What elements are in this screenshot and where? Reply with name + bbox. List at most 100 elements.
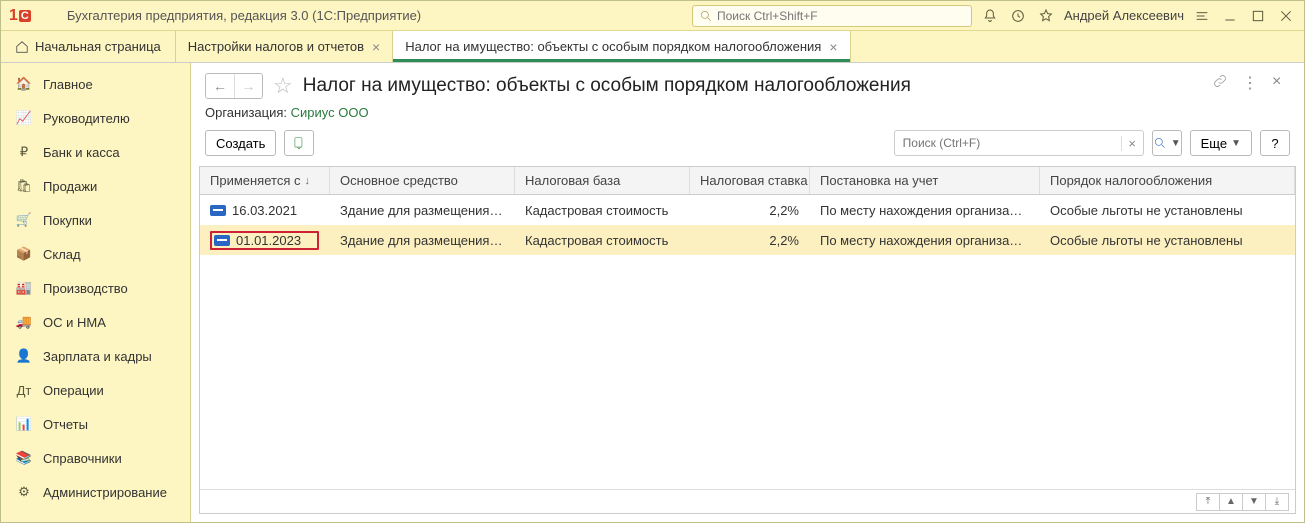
- cell-date: 16.03.2021: [232, 203, 297, 218]
- scroll-up-icon[interactable]: ▲: [1219, 493, 1243, 511]
- sidebar-item-bank[interactable]: ₽ Банк и касса: [1, 135, 190, 169]
- minimize-icon[interactable]: [1220, 6, 1240, 26]
- sidebar-item-refs[interactable]: 📚 Справочники: [1, 441, 190, 475]
- sidebar-item-sales[interactable]: 🛍 Продажи: [1, 169, 190, 203]
- sidebar-item-production[interactable]: 🏭 Производство: [1, 271, 190, 305]
- sort-asc-icon: ↓: [304, 175, 310, 187]
- toolbar: Создать × ▼ Еще▼ ?: [191, 130, 1304, 166]
- grid-search[interactable]: ×: [894, 130, 1144, 156]
- sidebar-item-purchases[interactable]: 🛒Покупки: [1, 203, 190, 237]
- cell-asset: Здание для размещения…: [330, 203, 515, 218]
- sidebar-item-label: Зарплата и кадры: [43, 349, 152, 364]
- page-title: Налог на имущество: объекты с особым пор…: [303, 75, 911, 97]
- forward-button[interactable]: →: [234, 74, 262, 98]
- ops-icon: Дт: [15, 381, 33, 399]
- star-icon[interactable]: [1036, 6, 1056, 26]
- col-order[interactable]: Порядок налогообложения: [1040, 167, 1295, 194]
- grid-header: Применяется с ↓ Основное средство Налогов…: [200, 167, 1295, 195]
- refresh-button[interactable]: [284, 130, 314, 156]
- col-label: Порядок налогообложения: [1050, 173, 1212, 188]
- titlebar: 1С Бухгалтерия предприятия, редакция 3.0…: [1, 1, 1304, 31]
- maximize-icon[interactable]: [1248, 6, 1268, 26]
- sidebar-item-manager[interactable]: 📈Руководителю: [1, 101, 190, 135]
- bag-icon: 🛍: [15, 177, 33, 195]
- more-button[interactable]: Еще▼: [1190, 130, 1252, 156]
- sidebar-item-admin[interactable]: ⚙Администрирование: [1, 475, 190, 509]
- col-label: Применяется с: [210, 173, 300, 188]
- clear-icon[interactable]: ×: [1121, 136, 1143, 151]
- page-close-icon[interactable]: ×: [1272, 73, 1290, 91]
- more-label: Еще: [1201, 136, 1227, 151]
- close-icon[interactable]: [1276, 6, 1296, 26]
- tab-home[interactable]: Начальная страница: [1, 31, 176, 62]
- create-label: Создать: [216, 136, 265, 151]
- help-button[interactable]: ?: [1260, 130, 1290, 156]
- ruble-icon: ₽: [15, 143, 33, 161]
- sidebar-item-label: Продажи: [43, 179, 97, 194]
- global-search[interactable]: [692, 5, 972, 27]
- grid-search-input[interactable]: [895, 136, 1121, 150]
- scroll-bottom-icon[interactable]: ⤓: [1265, 493, 1289, 511]
- create-button[interactable]: Создать: [205, 130, 276, 156]
- col-label: Основное средство: [340, 173, 458, 188]
- org-value[interactable]: Сириус ООО: [291, 105, 369, 120]
- cell-rate: 2,2%: [690, 203, 810, 218]
- kebab-icon[interactable]: ⋮: [1242, 73, 1260, 91]
- factory-icon: 🏭: [15, 279, 33, 297]
- sidebar-item-hr[interactable]: 👤 Зарплата и кадры: [1, 339, 190, 373]
- sidebar-item-operations[interactable]: Дт Операции: [1, 373, 190, 407]
- cell-reg: По месту нахождения организации: [810, 233, 1040, 248]
- sidebar-item-main[interactable]: 🏠Главное: [1, 67, 190, 101]
- sidebar-item-label: Отчеты: [43, 417, 88, 432]
- sidebar-item-warehouse[interactable]: 📦Склад: [1, 237, 190, 271]
- col-label: Налоговая ставка: [700, 173, 808, 188]
- settings-lines-icon[interactable]: [1192, 6, 1212, 26]
- tabstrip: Начальная страница Настройки налогов и о…: [1, 31, 1304, 63]
- cell-order: Особые льготы не установлены: [1040, 203, 1295, 218]
- col-label: Постановка на учет: [820, 173, 938, 188]
- tab-close-icon[interactable]: ×: [372, 40, 380, 54]
- sidebar-item-reports[interactable]: 📊Отчеты: [1, 407, 190, 441]
- link-icon[interactable]: [1212, 73, 1230, 91]
- sidebar-item-label: Производство: [43, 281, 128, 296]
- grid-footer: ⤒ ▲ ▼ ⤓: [200, 489, 1295, 513]
- col-reg[interactable]: Постановка на учет: [810, 167, 1040, 194]
- sidebar-item-label: Банк и касса: [43, 145, 120, 160]
- menu-icon[interactable]: [39, 6, 59, 26]
- bell-icon[interactable]: [980, 6, 1000, 26]
- favorite-star-icon[interactable]: ☆: [273, 73, 293, 99]
- search-button[interactable]: ▼: [1152, 130, 1182, 156]
- books-icon: 📚: [15, 449, 33, 467]
- search-icon: [699, 9, 713, 23]
- col-asset[interactable]: Основное средство: [330, 167, 515, 194]
- table-row[interactable]: 16.03.2021 Здание для размещения…Кадастро…: [200, 195, 1295, 225]
- home-icon: 🏠: [15, 75, 33, 93]
- cell-reg: По месту нахождения организации: [810, 203, 1040, 218]
- history-icon[interactable]: [1008, 6, 1028, 26]
- sidebar-item-label: Операции: [43, 383, 104, 398]
- tab-close-icon[interactable]: ×: [829, 40, 837, 54]
- tab-property-tax[interactable]: Налог на имущество: объекты с особым пор…: [393, 31, 850, 62]
- grid-body: 16.03.2021 Здание для размещения…Кадастро…: [200, 195, 1295, 489]
- cell-base: Кадастровая стоимость: [515, 203, 690, 218]
- sidebar-item-assets[interactable]: 🚚ОС и НМА: [1, 305, 190, 339]
- home-icon: [15, 40, 29, 54]
- help-label: ?: [1271, 136, 1278, 151]
- scroll-down-icon[interactable]: ▼: [1242, 493, 1266, 511]
- tab-home-label: Начальная страница: [35, 39, 161, 54]
- global-search-input[interactable]: [717, 9, 965, 23]
- org-row: Организация: Сириус ООО: [191, 103, 1304, 130]
- scroll-top-icon[interactable]: ⤒: [1196, 493, 1220, 511]
- user-name[interactable]: Андрей Алексеевич: [1064, 8, 1184, 23]
- person-icon: 👤: [15, 347, 33, 365]
- back-button[interactable]: ←: [206, 74, 234, 98]
- col-rate[interactable]: Налоговая ставка: [690, 167, 810, 194]
- sidebar-item-label: Справочники: [43, 451, 122, 466]
- app-logo: 1С: [9, 7, 31, 25]
- col-date[interactable]: Применяется с ↓: [200, 167, 330, 194]
- tab-settings-tax[interactable]: Настройки налогов и отчетов ×: [176, 31, 393, 62]
- cart-icon: 🛒: [15, 211, 33, 229]
- cell-order: Особые льготы не установлены: [1040, 233, 1295, 248]
- col-base[interactable]: Налоговая база: [515, 167, 690, 194]
- table-row[interactable]: 01.01.2023Здание для размещения…Кадастро…: [200, 225, 1295, 255]
